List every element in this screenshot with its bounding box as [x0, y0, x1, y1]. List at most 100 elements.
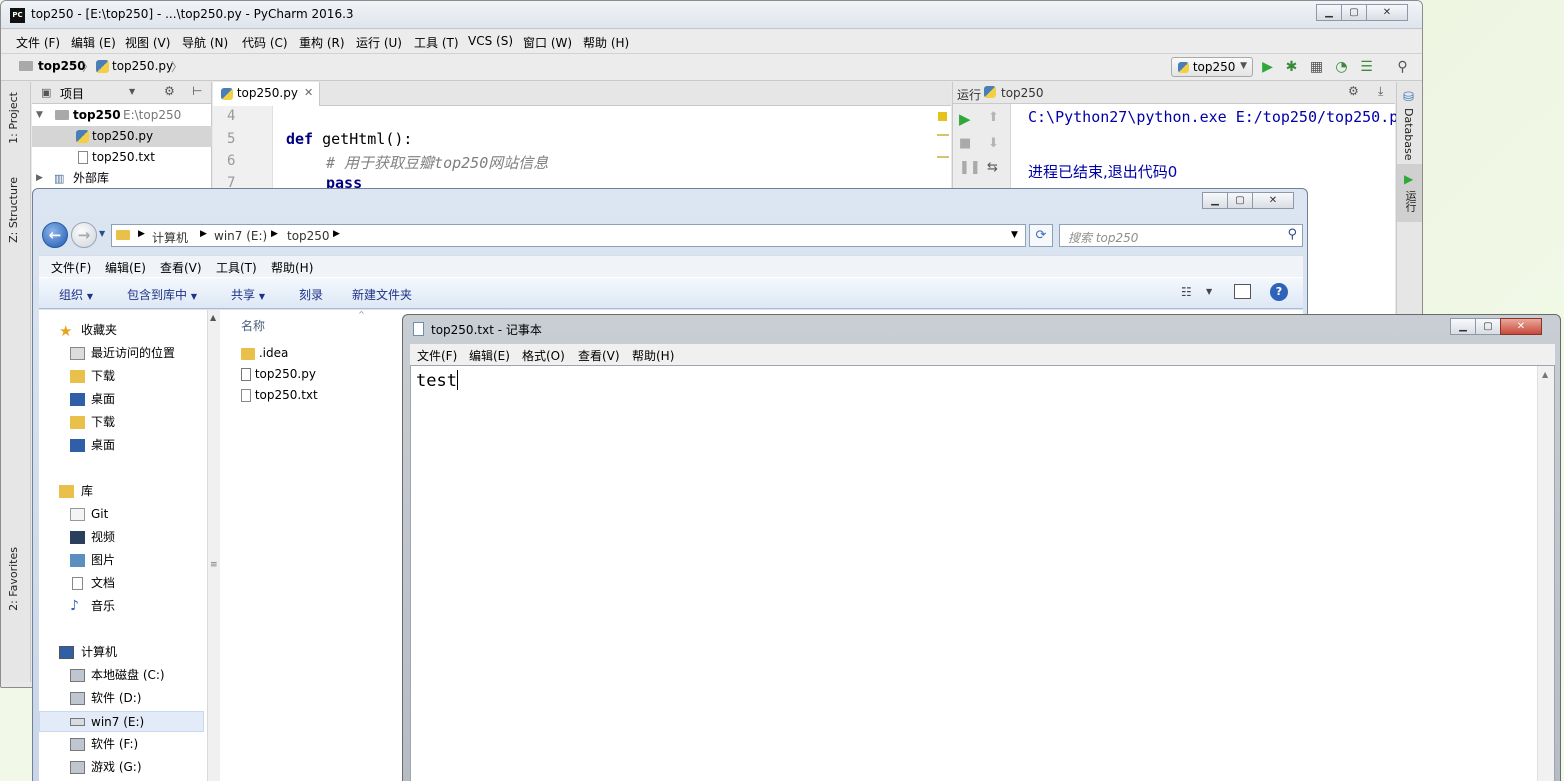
run-panel-config[interactable]: top250 [1001, 86, 1044, 100]
menu-window[interactable]: 窗口 (W) [523, 34, 572, 51]
file-item-top250-txt[interactable]: top250.txt [241, 385, 318, 405]
search-icon[interactable]: ⚲ [1395, 60, 1410, 75]
preview-pane-icon[interactable] [1234, 284, 1251, 299]
breadcrumb-folder[interactable]: top250 [287, 229, 330, 243]
breadcrumb-drive[interactable]: win7 (E:) [214, 229, 267, 243]
nav-computer[interactable]: 计算机 [39, 642, 204, 663]
recent-pages-chevron-icon[interactable]: ▼ [99, 229, 105, 238]
menu-view[interactable]: 查看(V) [160, 259, 202, 276]
nav-desktop[interactable]: 桌面 [39, 389, 204, 410]
warning-stripe[interactable] [937, 134, 949, 136]
menu-help[interactable]: 帮助(H) [632, 347, 674, 364]
nav-downloads[interactable]: 下载 [39, 366, 204, 387]
menu-help[interactable]: 帮助(H) [271, 259, 313, 276]
file-item-idea[interactable]: .idea [241, 343, 288, 363]
profile-icon[interactable]: ◔ [1334, 60, 1349, 75]
tree-item-top250-py[interactable]: top250.py [32, 126, 212, 147]
organize-button[interactable]: 组织 ▼ [59, 286, 93, 303]
maximize-button[interactable]: ▢ [1475, 318, 1501, 335]
maximize-button[interactable]: ▢ [1227, 192, 1253, 209]
coverage-icon[interactable]: ▦ [1309, 60, 1324, 75]
scroll-up-icon[interactable]: ▲ [210, 313, 216, 322]
view-options-icon[interactable]: ☷ [1181, 285, 1192, 299]
nav-git[interactable]: Git [39, 504, 204, 525]
gear-icon[interactable]: ⚙ [1348, 84, 1359, 98]
scroll-up-icon[interactable]: ▲ [1542, 370, 1548, 379]
close-button[interactable]: ✕ [1252, 192, 1294, 209]
tab-run-active[interactable]: ▶ 运行 [1397, 164, 1422, 222]
chevron-down-icon[interactable]: ▼ [1206, 287, 1212, 296]
menu-tools[interactable]: 工具 (T) [414, 34, 459, 51]
menu-navigate[interactable]: 导航 (N) [182, 34, 228, 51]
nav-drive-f[interactable]: 软件 (F:) [39, 734, 204, 755]
refresh-icon[interactable]: ⟳ [1029, 224, 1053, 247]
nav-drive-c[interactable]: 本地磁盘 (C:) [39, 665, 204, 686]
arrow-down-icon[interactable]: ⬇ [988, 136, 999, 151]
hide-icon[interactable]: ⤓ [1378, 84, 1383, 99]
search-icon[interactable]: ⚲ [1287, 227, 1297, 242]
menu-vcs[interactable]: VCS (S) [468, 34, 513, 48]
tree-item-root[interactable]: ▼ top250 E:\top250 [32, 105, 212, 126]
column-header-name[interactable]: 名称 [241, 317, 265, 334]
menu-file[interactable]: 文件(F) [51, 259, 91, 276]
nav-downloads-2[interactable]: 下载 [39, 412, 204, 433]
menu-view[interactable]: 视图 (V) [125, 34, 170, 51]
tree-item-top250-txt[interactable]: top250.txt [32, 147, 212, 168]
burn-button[interactable]: 刻录 [299, 286, 323, 303]
menu-file[interactable]: 文件 (F) [16, 34, 60, 51]
close-button[interactable]: ✕ [1500, 318, 1542, 335]
nav-drive-g[interactable]: 游戏 (G:) [39, 757, 204, 778]
chevron-down-icon[interactable]: ▼ [1011, 230, 1018, 240]
tree-item-external-libraries[interactable]: ▶ ▥ 外部库 [32, 168, 212, 189]
tab-favorites[interactable]: 2: Favorites [7, 547, 20, 611]
soft-wrap-icon[interactable]: ⇆ [987, 160, 998, 175]
notepad-text-area[interactable]: test ▲ [410, 365, 1555, 781]
minimize-button[interactable]: ▁ [1202, 192, 1228, 209]
project-panel-title[interactable]: 项目 [60, 85, 84, 102]
maximize-button[interactable]: ▢ [1341, 4, 1367, 21]
rerun-icon[interactable]: ▶ [959, 110, 971, 128]
nav-videos[interactable]: 视频 [39, 527, 204, 548]
menu-edit[interactable]: 编辑(E) [105, 259, 146, 276]
scroll-grip-icon[interactable]: ≡ [210, 560, 218, 570]
include-in-library-button[interactable]: 包含到库中 ▼ [127, 286, 197, 303]
nav-pictures[interactable]: 图片 [39, 550, 204, 571]
menu-tools[interactable]: 工具(T) [216, 259, 257, 276]
breadcrumb-project[interactable]: top250 [38, 59, 86, 73]
menu-view[interactable]: 查看(V) [578, 347, 620, 364]
tab-structure[interactable]: Z: Structure [7, 177, 20, 243]
inspection-indicator-icon[interactable] [938, 112, 947, 121]
debug-icon[interactable]: ✱ [1284, 60, 1299, 75]
back-button[interactable]: ← [42, 222, 68, 248]
nav-drive-e[interactable]: win7 (E:) [39, 711, 204, 732]
nav-favorites[interactable]: ★ 收藏夹 [39, 320, 204, 341]
notepad-scrollbar[interactable]: ▲ [1537, 366, 1554, 781]
close-icon[interactable]: ✕ [304, 86, 313, 99]
nav-documents[interactable]: 文档 [39, 573, 204, 594]
menu-edit[interactable]: 编辑(E) [469, 347, 510, 364]
run-icon[interactable]: ▶ [1260, 60, 1275, 75]
tab-database[interactable]: Database [1402, 108, 1415, 161]
share-button[interactable]: 共享 ▼ [231, 286, 265, 303]
hide-icon[interactable]: ⊢ [192, 84, 202, 98]
menu-code[interactable]: 代码 (C) [242, 34, 288, 51]
file-item-top250-py[interactable]: top250.py [241, 364, 316, 384]
tab-project[interactable]: 1: Project [7, 92, 20, 144]
gear-icon[interactable]: ⚙ [164, 84, 175, 98]
pause-icon[interactable]: ❚❚ [959, 160, 981, 175]
search-input[interactable]: 搜索 top250 ⚲ [1059, 224, 1303, 247]
minimize-button[interactable]: ▁ [1316, 4, 1342, 21]
navigation-scrollbar[interactable]: ▲ ≡ [207, 310, 220, 781]
breadcrumb-file[interactable]: top250.py [112, 59, 173, 73]
warning-stripe[interactable] [937, 156, 949, 158]
menu-run[interactable]: 运行 (U) [356, 34, 402, 51]
nav-libraries[interactable]: 库 [39, 481, 204, 502]
menu-help[interactable]: 帮助 (H) [583, 34, 629, 51]
menu-file[interactable]: 文件(F) [417, 347, 457, 364]
run-config-select[interactable]: top250 ▼ [1171, 57, 1253, 77]
concurrency-icon[interactable]: ☰ [1359, 60, 1374, 75]
editor-tab-top250-py[interactable]: top250.py ✕ [213, 82, 320, 106]
nav-music[interactable]: ♪ 音乐 [39, 596, 204, 617]
nav-drive-d[interactable]: 软件 (D:) [39, 688, 204, 709]
address-bar[interactable]: ▶ 计算机 ▶ win7 (E:) ▶ top250 ▶ ▼ [111, 224, 1026, 247]
